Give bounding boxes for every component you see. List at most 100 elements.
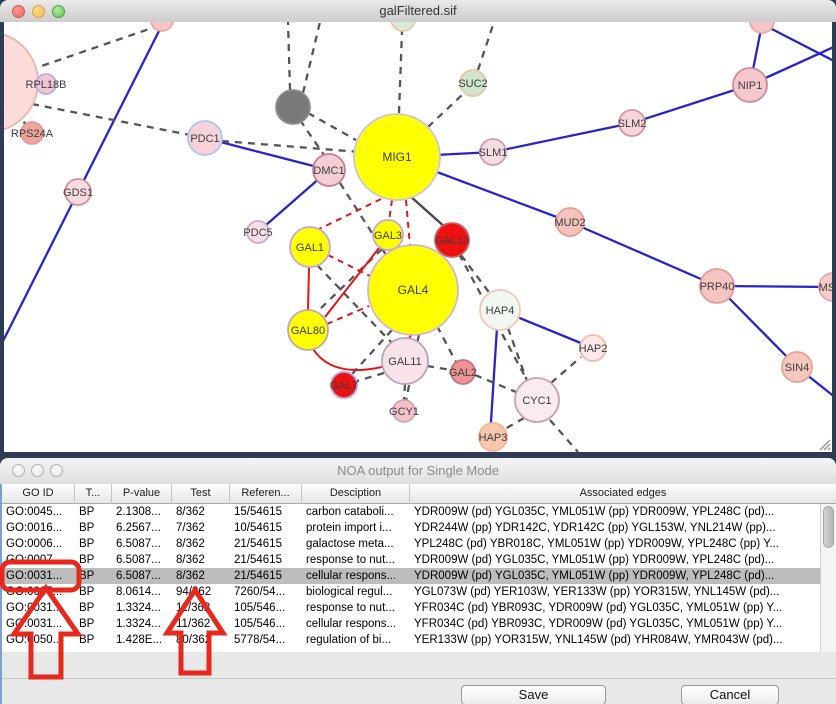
table-row[interactable]: GO:0007...BP6.5087...8/36221/54615respon…: [2, 552, 822, 568]
node-SIN4[interactable]: [782, 352, 812, 382]
node-unlabeled[interactable]: [4, 32, 38, 132]
edge-pp: [490, 312, 498, 437]
column-header-p-value[interactable]: P-value: [112, 484, 172, 504]
save-button[interactable]: Save: [461, 685, 606, 704]
cell-assoc: YDR009W (pd) YGL035C, YML051W (pp) YDR00…: [410, 568, 822, 584]
cell-go-id: GO:0065...: [2, 584, 75, 600]
cell-description: regulation of bi...: [302, 632, 410, 648]
node-GAL4[interactable]: [368, 245, 458, 335]
edge-pp: [632, 85, 750, 123]
cell-go-id: GO:0007...: [2, 552, 75, 568]
edge-pd: [303, 22, 320, 93]
table-row[interactable]: GO:0031...BP6.5087...8/36221/54615cellul…: [2, 568, 822, 584]
node-unlabeled[interactable]: [750, 22, 774, 33]
cell-type: BP: [75, 520, 112, 536]
node-GCY1[interactable]: [393, 400, 415, 422]
resize-grip[interactable]: [820, 440, 830, 450]
column-header-go-id[interactable]: GO ID: [2, 484, 75, 504]
node-SUC2[interactable]: [460, 70, 486, 96]
node-HAP4[interactable]: [480, 290, 520, 330]
cell-p-value: 8.0614...: [112, 584, 172, 600]
edge-pd: [288, 22, 290, 90]
node-RPS24A[interactable]: [21, 122, 43, 144]
node-GAL7[interactable]: [331, 372, 357, 398]
cell-type: BP: [75, 504, 112, 520]
node-RPL18B[interactable]: [36, 74, 56, 94]
cell-test: 8/362: [172, 568, 230, 584]
node-MSL1[interactable]: [819, 273, 832, 301]
cell-type: BP: [75, 616, 112, 632]
edge-pd: [437, 326, 456, 362]
column-header-desciption[interactable]: Desciption: [302, 484, 410, 504]
node-GAL10[interactable]: [435, 223, 469, 257]
scrollbar-thumb[interactable]: [823, 506, 834, 548]
edge-pd: [428, 94, 463, 127]
cell-assoc: YPL248C (pd) YBR018C, YML051W (pp) YDR00…: [410, 536, 822, 552]
node-MIG1[interactable]: [354, 114, 440, 200]
table-row[interactable]: GO:0045...BP2.1308...8/36215/54615carbon…: [2, 504, 822, 520]
table-header-row: GO IDT...P-valueTestReferen...Desciption…: [2, 484, 836, 504]
table-row[interactable]: GO:0016...BP6.2567...7/36210/54615protei…: [2, 520, 822, 536]
node-CYC1[interactable]: [515, 378, 559, 422]
noa-titlebar[interactable]: NOA output for Single Mode: [0, 458, 836, 485]
table-row[interactable]: GO:0031...BP1.3324...11/362105/546...res…: [2, 600, 822, 616]
cell-reference: 21/54615: [230, 536, 302, 552]
node-GAL80[interactable]: [288, 310, 328, 350]
cell-test: 8/362: [172, 536, 230, 552]
table-row[interactable]: GO:0006...BP6.5087...8/36221/54615galact…: [2, 536, 822, 552]
table-row[interactable]: GO:0065...BP8.0614...94/3627260/54...bio…: [2, 584, 822, 600]
cell-reference: 5778/54...: [230, 632, 302, 648]
node-unlabeled[interactable]: [391, 22, 415, 31]
network-canvas[interactable]: RPL18BRPS24AGDS1PDC1DMC1MIG1PDC5GAL1GAL3…: [0, 22, 836, 455]
cell-assoc: YFR034C (pd) YBR093C, YDR009W (pd) YGL03…: [410, 616, 822, 632]
cell-p-value: 1.428E...: [112, 632, 172, 648]
network-window: galFiltered.sif RPL18BRPS24AGDS1PDC1DMC1…: [0, 0, 836, 455]
column-header-associated-edges[interactable]: Associated edges: [410, 484, 836, 504]
node-GDS1[interactable]: [65, 179, 91, 205]
node-PDC1[interactable]: [188, 121, 222, 155]
edge-red: [308, 267, 309, 310]
column-header-t[interactable]: T...: [75, 484, 112, 504]
node-HAP2[interactable]: [580, 335, 606, 361]
edge-redd: [327, 306, 369, 324]
cell-test: 94/362: [172, 584, 230, 600]
node-GAL11[interactable]: [382, 338, 428, 384]
cell-test: 8/362: [172, 504, 230, 520]
cell-type: BP: [75, 568, 112, 584]
column-header-referen[interactable]: Referen...: [230, 484, 302, 504]
edge-pp: [205, 138, 329, 170]
node-unlabeled[interactable]: [151, 22, 173, 31]
node-GAL2[interactable]: [451, 360, 475, 384]
column-header-test[interactable]: Test: [172, 484, 230, 504]
cell-test: 80/362: [172, 632, 230, 648]
edge-redd: [389, 200, 392, 221]
cell-type: BP: [75, 536, 112, 552]
node-PRP40[interactable]: [700, 269, 734, 303]
table-row[interactable]: GO:0050...BP1.428E...80/3625778/54...reg…: [2, 632, 822, 648]
node-PDC5[interactable]: [247, 221, 269, 243]
table-row[interactable]: GO:0031...BP1.3324...11/362105/546...cel…: [2, 616, 822, 632]
window-title: galFiltered.sif: [0, 3, 836, 18]
edge-pd: [551, 357, 581, 383]
network-titlebar[interactable]: galFiltered.sif: [0, 0, 836, 23]
node-unlabeled[interactable]: [276, 90, 310, 124]
node-HAP3[interactable]: [479, 423, 507, 451]
node-SLM1[interactable]: [480, 139, 506, 165]
cell-type: BP: [75, 600, 112, 616]
cell-type: BP: [75, 584, 112, 600]
edge-pd: [357, 373, 384, 381]
node-MUD2[interactable]: [556, 208, 584, 236]
node-DMC1[interactable]: [313, 154, 345, 186]
edge-pd: [478, 22, 494, 70]
cell-description: response to nut...: [302, 552, 410, 568]
cell-p-value: 6.5087...: [112, 568, 172, 584]
vertical-scrollbar[interactable]: [820, 504, 836, 652]
edge-pd: [32, 104, 190, 135]
node-NIP1[interactable]: [733, 68, 767, 102]
cancel-button[interactable]: Cancel: [681, 685, 779, 704]
node-GAL3[interactable]: [373, 220, 403, 250]
edge-pd: [475, 375, 516, 392]
edge-pd: [30, 27, 155, 70]
node-GAL1[interactable]: [290, 227, 330, 267]
node-SLM2[interactable]: [619, 110, 645, 136]
